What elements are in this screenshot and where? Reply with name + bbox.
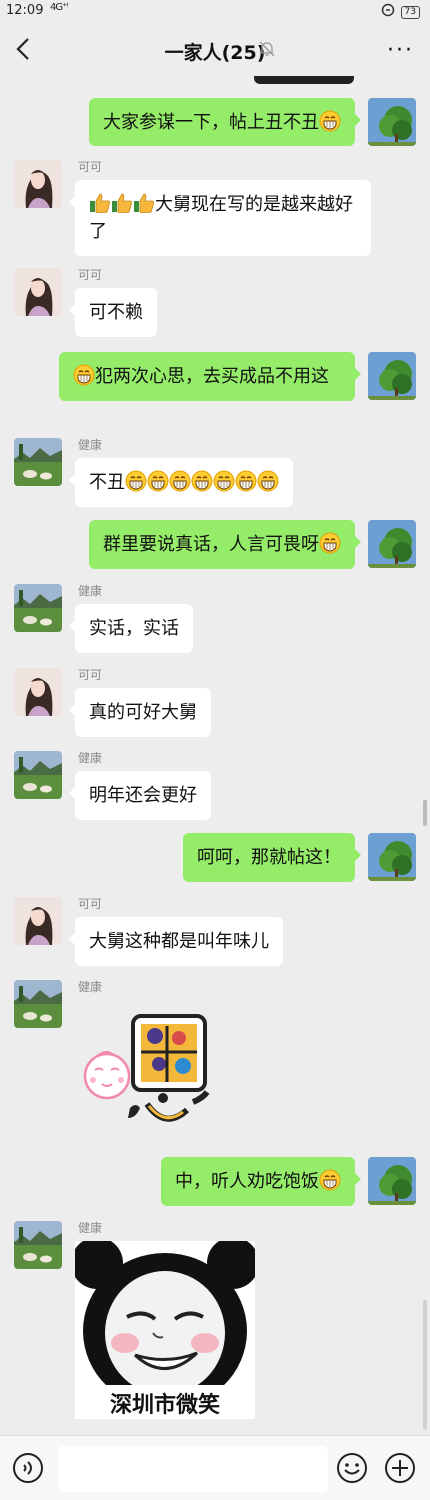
message-text: 大舅这种都是叫年味儿 <box>89 931 269 952</box>
status-time: 12:09 <box>6 3 44 18</box>
message-bubble[interactable]: 群里要说真话，人言可畏呀 <box>89 520 361 569</box>
sticker-good[interactable] <box>75 1008 225 1136</box>
mute-bell-icon <box>258 40 276 58</box>
avatar-self[interactable] <box>368 1157 416 1205</box>
message-bubble[interactable]: 犯两次心思，去买成品不用这 <box>59 352 361 401</box>
message-bubble[interactable]: 可不赖 <box>69 288 157 337</box>
message-text: 犯两次心思，去买成品不用这 <box>95 366 329 387</box>
sender-name: 健康 <box>78 980 103 994</box>
avatar-jiankang[interactable] <box>14 584 62 632</box>
sender-name: 可可 <box>78 668 103 682</box>
grin-emoji-icon <box>191 470 213 492</box>
sticker-panda[interactable]: 深圳市微笑 <box>71 1237 259 1419</box>
emoji-icon[interactable] <box>336 1452 368 1484</box>
message-bubble[interactable]: 大舅现在写的是越来越好了 <box>69 180 371 256</box>
avatar-self[interactable] <box>368 833 416 881</box>
grin-emoji-icon <box>319 110 341 132</box>
chat-title: 一家人(25) <box>164 42 266 64</box>
plus-icon[interactable] <box>384 1452 416 1484</box>
message-text: 可不赖 <box>89 302 143 323</box>
message-text: 实话，实话 <box>89 618 179 639</box>
avatar-jiankang[interactable] <box>14 980 62 1028</box>
message-text: 呵呵，那就帖这！ <box>197 847 341 868</box>
avatar-keke[interactable] <box>14 268 62 316</box>
avatar-keke[interactable] <box>14 897 62 945</box>
alarm-icon <box>381 3 395 21</box>
message-text: 中，听人劝吃饱饭 <box>175 1171 319 1192</box>
sender-name: 可可 <box>78 160 103 174</box>
message-bubble[interactable]: 不丑 <box>69 458 293 507</box>
voice-icon[interactable] <box>12 1452 44 1484</box>
avatar-jiankang[interactable] <box>14 1221 62 1269</box>
avatar-self[interactable] <box>368 352 416 400</box>
avatar-keke[interactable] <box>14 668 62 716</box>
more-icon[interactable]: ··· <box>387 38 414 63</box>
avatar-self[interactable] <box>368 98 416 146</box>
sender-name: 健康 <box>78 751 103 765</box>
grin-emoji-icon <box>257 470 279 492</box>
sender-name: 可可 <box>78 268 103 282</box>
message-text: 群里要说真话，人言可畏呀 <box>103 534 319 555</box>
message-bubble[interactable]: 明年还会更好 <box>69 771 211 820</box>
avatar-jiankang[interactable] <box>14 438 62 486</box>
grin-emoji-icon <box>213 470 235 492</box>
title-bar: 一家人(25) ··· <box>0 22 430 78</box>
status-right: 73 <box>381 3 420 21</box>
message-bubble[interactable]: 中，听人劝吃饱饭 <box>161 1157 361 1206</box>
thumbs-up-icon <box>89 192 111 214</box>
thumbs-up-icon <box>111 192 133 214</box>
message-text: 不丑 <box>89 472 125 493</box>
avatar-keke[interactable] <box>14 160 62 208</box>
signal-icon: 4G⁺ᴵ <box>50 2 68 13</box>
message-bubble[interactable]: 大舅这种都是叫年味儿 <box>69 917 283 966</box>
message-bubble[interactable]: 真的可好大舅 <box>69 688 211 737</box>
message-input[interactable] <box>58 1446 328 1492</box>
grin-emoji-icon <box>169 470 191 492</box>
sender-name: 可可 <box>78 897 103 911</box>
scrollbar-thumb[interactable] <box>423 800 427 826</box>
message-text: 真的可好大舅 <box>89 702 197 723</box>
message-bubble[interactable]: 呵呵，那就帖这！ <box>183 833 361 882</box>
grin-emoji-icon <box>235 470 257 492</box>
input-bar <box>0 1435 430 1500</box>
grin-emoji-icon <box>319 532 341 554</box>
message-bubble[interactable]: 实话，实话 <box>69 604 193 653</box>
thumbs-up-icon <box>133 192 155 214</box>
message-bubble[interactable]: 大家参谋一下，帖上丑不丑 <box>89 98 361 146</box>
message-text: 明年还会更好 <box>89 785 197 806</box>
sender-name: 健康 <box>78 1221 103 1235</box>
sender-name: 健康 <box>78 584 103 598</box>
message-text: 大家参谋一下，帖上丑不丑 <box>103 112 319 133</box>
grin-emoji-icon <box>147 470 169 492</box>
status-bar: 12:09 4G⁺ᴵ 73 <box>0 0 430 22</box>
avatar-jiankang[interactable] <box>14 751 62 799</box>
sender-name: 健康 <box>78 438 103 452</box>
battery-icon: 73 <box>400 5 420 19</box>
scrollbar-track-lower[interactable] <box>423 1300 427 1430</box>
avatar-self[interactable] <box>368 520 416 568</box>
grin-emoji-icon <box>73 364 95 386</box>
previous-message-edge <box>254 76 354 84</box>
grin-emoji-icon <box>125 470 147 492</box>
grin-emoji-icon <box>319 1169 341 1191</box>
sticker-caption: 深圳市微笑 <box>109 1392 220 1418</box>
